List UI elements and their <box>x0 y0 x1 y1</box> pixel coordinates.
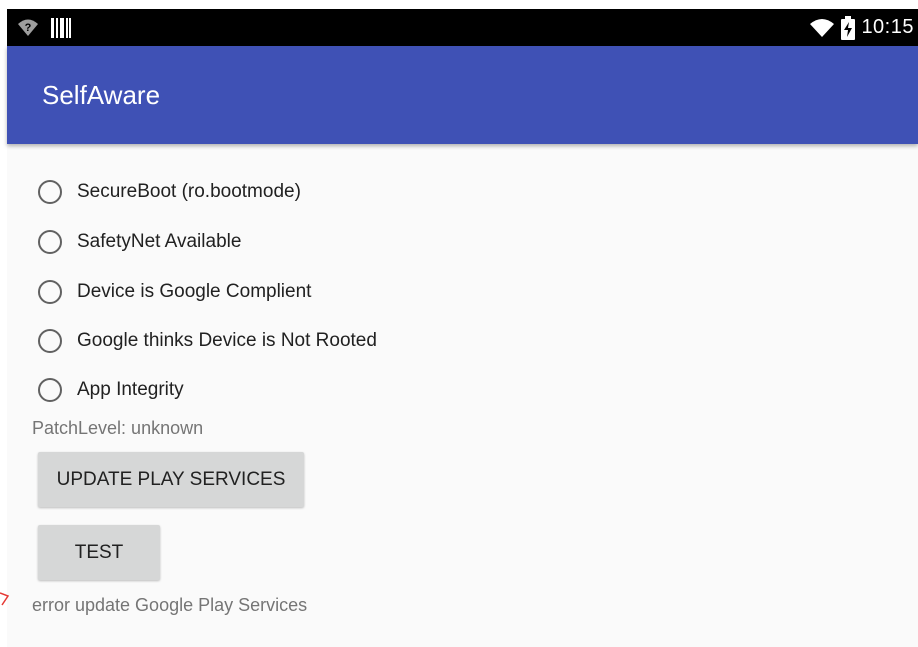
radio-label: Google thinks Device is Not Rooted <box>77 330 377 351</box>
test-button[interactable]: TEST <box>38 525 160 580</box>
radio-label: App Integrity <box>77 379 184 400</box>
radio-label: SecureBoot (ro.bootmode) <box>77 181 301 202</box>
status-left-icons: ? <box>17 9 71 46</box>
battery-charging-icon <box>841 15 856 40</box>
status-bar: ? 10:15 <box>7 9 918 46</box>
status-time: 10:15 <box>861 16 914 38</box>
signal-unknown-icon: ? <box>18 19 38 36</box>
cursor-mark-icon <box>0 592 10 606</box>
error-message: error update Google Play Services <box>32 595 308 615</box>
radio-secureboot[interactable]: SecureBoot (ro.bootmode) <box>38 176 301 208</box>
svg-text:?: ? <box>25 22 32 34</box>
status-right-icons: 10:15 <box>809 9 914 46</box>
radio-button-icon[interactable] <box>38 329 62 353</box>
radio-button-icon[interactable] <box>38 378 62 402</box>
radio-button-icon[interactable] <box>38 280 62 304</box>
radio-label: SafetyNet Available <box>77 231 242 252</box>
radio-app-integrity[interactable]: App Integrity <box>38 374 184 406</box>
patch-level-text: PatchLevel: unknown <box>32 418 204 438</box>
wifi-icon <box>810 18 835 37</box>
radio-label: Device is Google Complient <box>77 281 312 302</box>
radio-button-icon[interactable] <box>38 180 62 204</box>
main-content: SecureBoot (ro.bootmode) SafetyNet Avail… <box>7 144 918 647</box>
radio-safetynet-available[interactable]: SafetyNet Available <box>38 226 241 258</box>
app-bar: SelfAware <box>7 46 918 144</box>
barcode-notification-icon <box>51 17 71 38</box>
radio-not-rooted[interactable]: Google thinks Device is Not Rooted <box>38 325 377 357</box>
update-play-services-button[interactable]: UPDATE PLAY SERVICES <box>38 452 304 507</box>
radio-button-icon[interactable] <box>38 230 62 254</box>
app-title: SelfAware <box>42 80 161 110</box>
radio-google-compliant[interactable]: Device is Google Complient <box>38 276 311 308</box>
